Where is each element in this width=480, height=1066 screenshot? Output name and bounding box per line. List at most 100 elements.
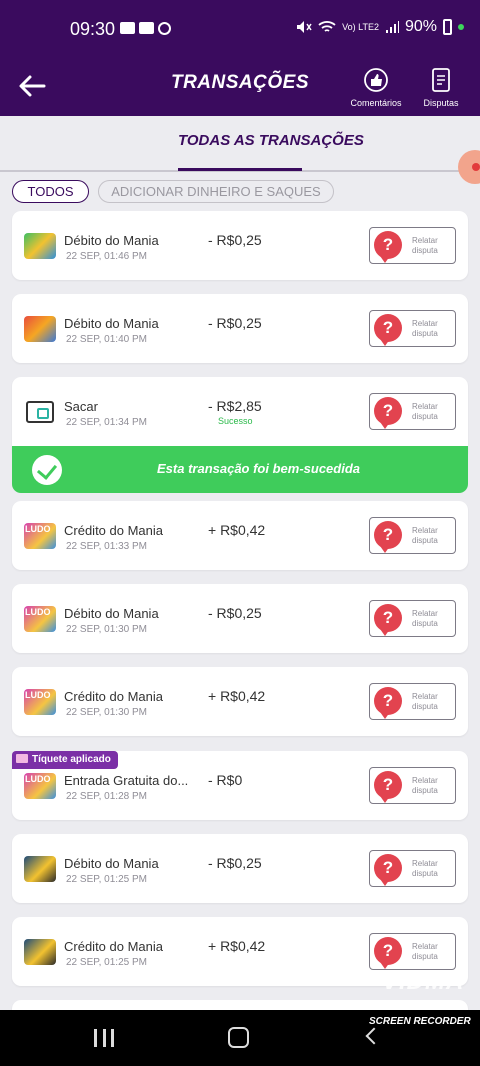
report-dispute-label: Relatar disputa [412, 859, 438, 878]
notification-icons [120, 22, 171, 35]
report-dispute-button[interactable]: ? Relatar disputa [369, 227, 456, 264]
question-icon: ? [374, 521, 402, 553]
question-icon: ? [374, 314, 402, 346]
transaction-date: 22 SEP, 01:33 PM [66, 541, 147, 552]
signal-icon [385, 21, 399, 33]
tab-bar: TODAS AS TRANSAÇÕES [0, 116, 480, 172]
recent-apps-icon[interactable] [94, 1029, 114, 1047]
transaction-row[interactable]: Débito do Mania 22 SEP, 01:25 PM - R$0,2… [12, 834, 468, 903]
transaction-date: 22 SEP, 01:30 PM [66, 707, 147, 718]
report-dispute-label: Relatar disputa [412, 402, 438, 421]
question-icon: ? [374, 604, 402, 636]
mute-icon [297, 21, 312, 33]
transaction-date: 22 SEP, 01:28 PM [66, 791, 147, 802]
screen-recorder-label: SCREEN RECORDER [369, 1016, 471, 1027]
comments-button[interactable]: Comentários [346, 68, 406, 108]
video-icon [139, 22, 154, 34]
ticket-label: Tíquete aplicado [32, 754, 111, 765]
report-dispute-label: Relatar disputa [412, 319, 438, 338]
transaction-row[interactable]: Crédito do Mania 22 SEP, 01:33 PM + R$0,… [12, 501, 468, 570]
transaction-row[interactable]: Débito do Mania 22 SEP, 01:30 PM - R$0,2… [12, 584, 468, 653]
game-icon [24, 939, 56, 965]
ludo-icon [24, 606, 56, 632]
transaction-name: Crédito do Mania [64, 523, 163, 538]
report-dispute-button[interactable]: ? Relatar disputa [369, 600, 456, 637]
report-dispute-button[interactable]: ? Relatar disputa [369, 517, 456, 554]
tab-indicator [178, 168, 302, 171]
app-bar: TRANSAÇÕES Comentários Disputas [0, 58, 480, 116]
wallet-icon [26, 401, 54, 423]
transaction-row[interactable]: Débito do Mania 22 SEP, 01:40 PM - R$0,2… [12, 294, 468, 363]
transaction-amount: - R$0,25 [208, 232, 262, 248]
wifi-icon [318, 21, 336, 32]
report-dispute-label: Relatar disputa [412, 236, 438, 255]
transaction-amount: + R$0,42 [208, 688, 266, 704]
disputes-button[interactable]: Disputas [420, 68, 462, 108]
disputes-label: Disputas [423, 98, 459, 108]
question-icon: ? [374, 854, 402, 886]
do-not-disturb-icon [158, 22, 171, 35]
report-dispute-button[interactable]: ? Relatar disputa [369, 933, 456, 970]
transaction-date: 22 SEP, 01:30 PM [66, 624, 147, 635]
status-bar: 09:30 Vo) LTE2 90% [0, 0, 480, 58]
battery-level: 90% [404, 18, 437, 35]
question-icon: ? [374, 771, 402, 803]
thumbs-up-icon [364, 68, 388, 92]
game-icon [24, 233, 56, 259]
report-dispute-button[interactable]: ? Relatar disputa [369, 393, 456, 430]
transaction-name: Crédito do Mania [64, 689, 163, 704]
report-dispute-button[interactable]: ? Relatar disputa [369, 310, 456, 347]
ticket-icon [16, 754, 28, 763]
document-icon [432, 68, 450, 92]
report-dispute-label: Relatar disputa [412, 692, 438, 711]
transaction-date: 22 SEP, 01:46 PM [66, 251, 147, 262]
question-icon: ? [374, 231, 402, 263]
recording-indicator-icon[interactable] [458, 150, 480, 184]
vidma-watermark: VIDMA [382, 968, 465, 995]
transaction-date: 22 SEP, 01:25 PM [66, 957, 147, 968]
ticket-applied-badge: Tíquete aplicado [12, 751, 118, 769]
transaction-status: Sucesso [218, 416, 253, 426]
question-icon: ? [374, 687, 402, 719]
filter-deposits-withdrawals-chip[interactable]: ADICIONAR DINHEIRO E SAQUES [98, 180, 334, 203]
transaction-name: Crédito do Mania [64, 939, 163, 954]
report-dispute-label: Relatar disputa [412, 609, 438, 628]
transaction-row[interactable]: Crédito do Mania 22 SEP, 01:30 PM + R$0,… [12, 667, 468, 736]
question-icon: ? [374, 937, 402, 969]
report-dispute-button[interactable]: ? Relatar disputa [369, 683, 456, 720]
home-icon[interactable] [228, 1027, 249, 1048]
check-circle-icon [32, 455, 62, 485]
transaction-name: Débito do Mania [64, 233, 159, 248]
back-icon[interactable] [365, 1027, 383, 1045]
status-time: 09:30 [70, 19, 116, 39]
report-dispute-label: Relatar disputa [412, 526, 438, 545]
report-dispute-button[interactable]: ? Relatar disputa [369, 767, 456, 804]
ludo-icon [24, 689, 56, 715]
game-icon [24, 856, 56, 882]
page-title: TRANSAÇÕES [170, 72, 309, 93]
filter-all-chip[interactable]: TODOS [12, 180, 89, 203]
transaction-name: Débito do Mania [64, 856, 159, 871]
transaction-amount: - R$0,25 [208, 855, 262, 871]
privacy-indicator [458, 24, 464, 30]
transaction-date: 22 SEP, 01:34 PM [66, 417, 147, 428]
report-dispute-button[interactable]: ? Relatar disputa [369, 850, 456, 887]
game-icon [24, 316, 56, 342]
transaction-row[interactable] [12, 1000, 468, 1010]
transaction-amount: - R$0,25 [208, 315, 262, 331]
transaction-row[interactable]: Sacar 22 SEP, 01:34 PM - R$2,85 Sucesso … [12, 377, 468, 453]
ludo-icon [24, 523, 56, 549]
transaction-amount: - R$0 [208, 772, 243, 788]
comments-label: Comentários [350, 98, 402, 108]
transaction-row[interactable]: Débito do Mania 22 SEP, 01:46 PM - R$0,2… [12, 211, 468, 280]
transaction-date: 22 SEP, 01:25 PM [66, 874, 147, 885]
tab-all-transactions[interactable]: TODAS AS TRANSAÇÕES [178, 132, 364, 149]
question-icon: ? [374, 397, 402, 429]
success-banner: Esta transação foi bem-sucedida [12, 446, 468, 493]
success-message: Esta transação foi bem-sucedida [157, 461, 361, 476]
transaction-name: Entrada Gratuita do... [64, 773, 189, 788]
transaction-name: Sacar [64, 399, 98, 414]
ludo-icon [24, 773, 56, 799]
battery-icon [443, 19, 452, 35]
transaction-amount: + R$0,42 [208, 938, 266, 954]
